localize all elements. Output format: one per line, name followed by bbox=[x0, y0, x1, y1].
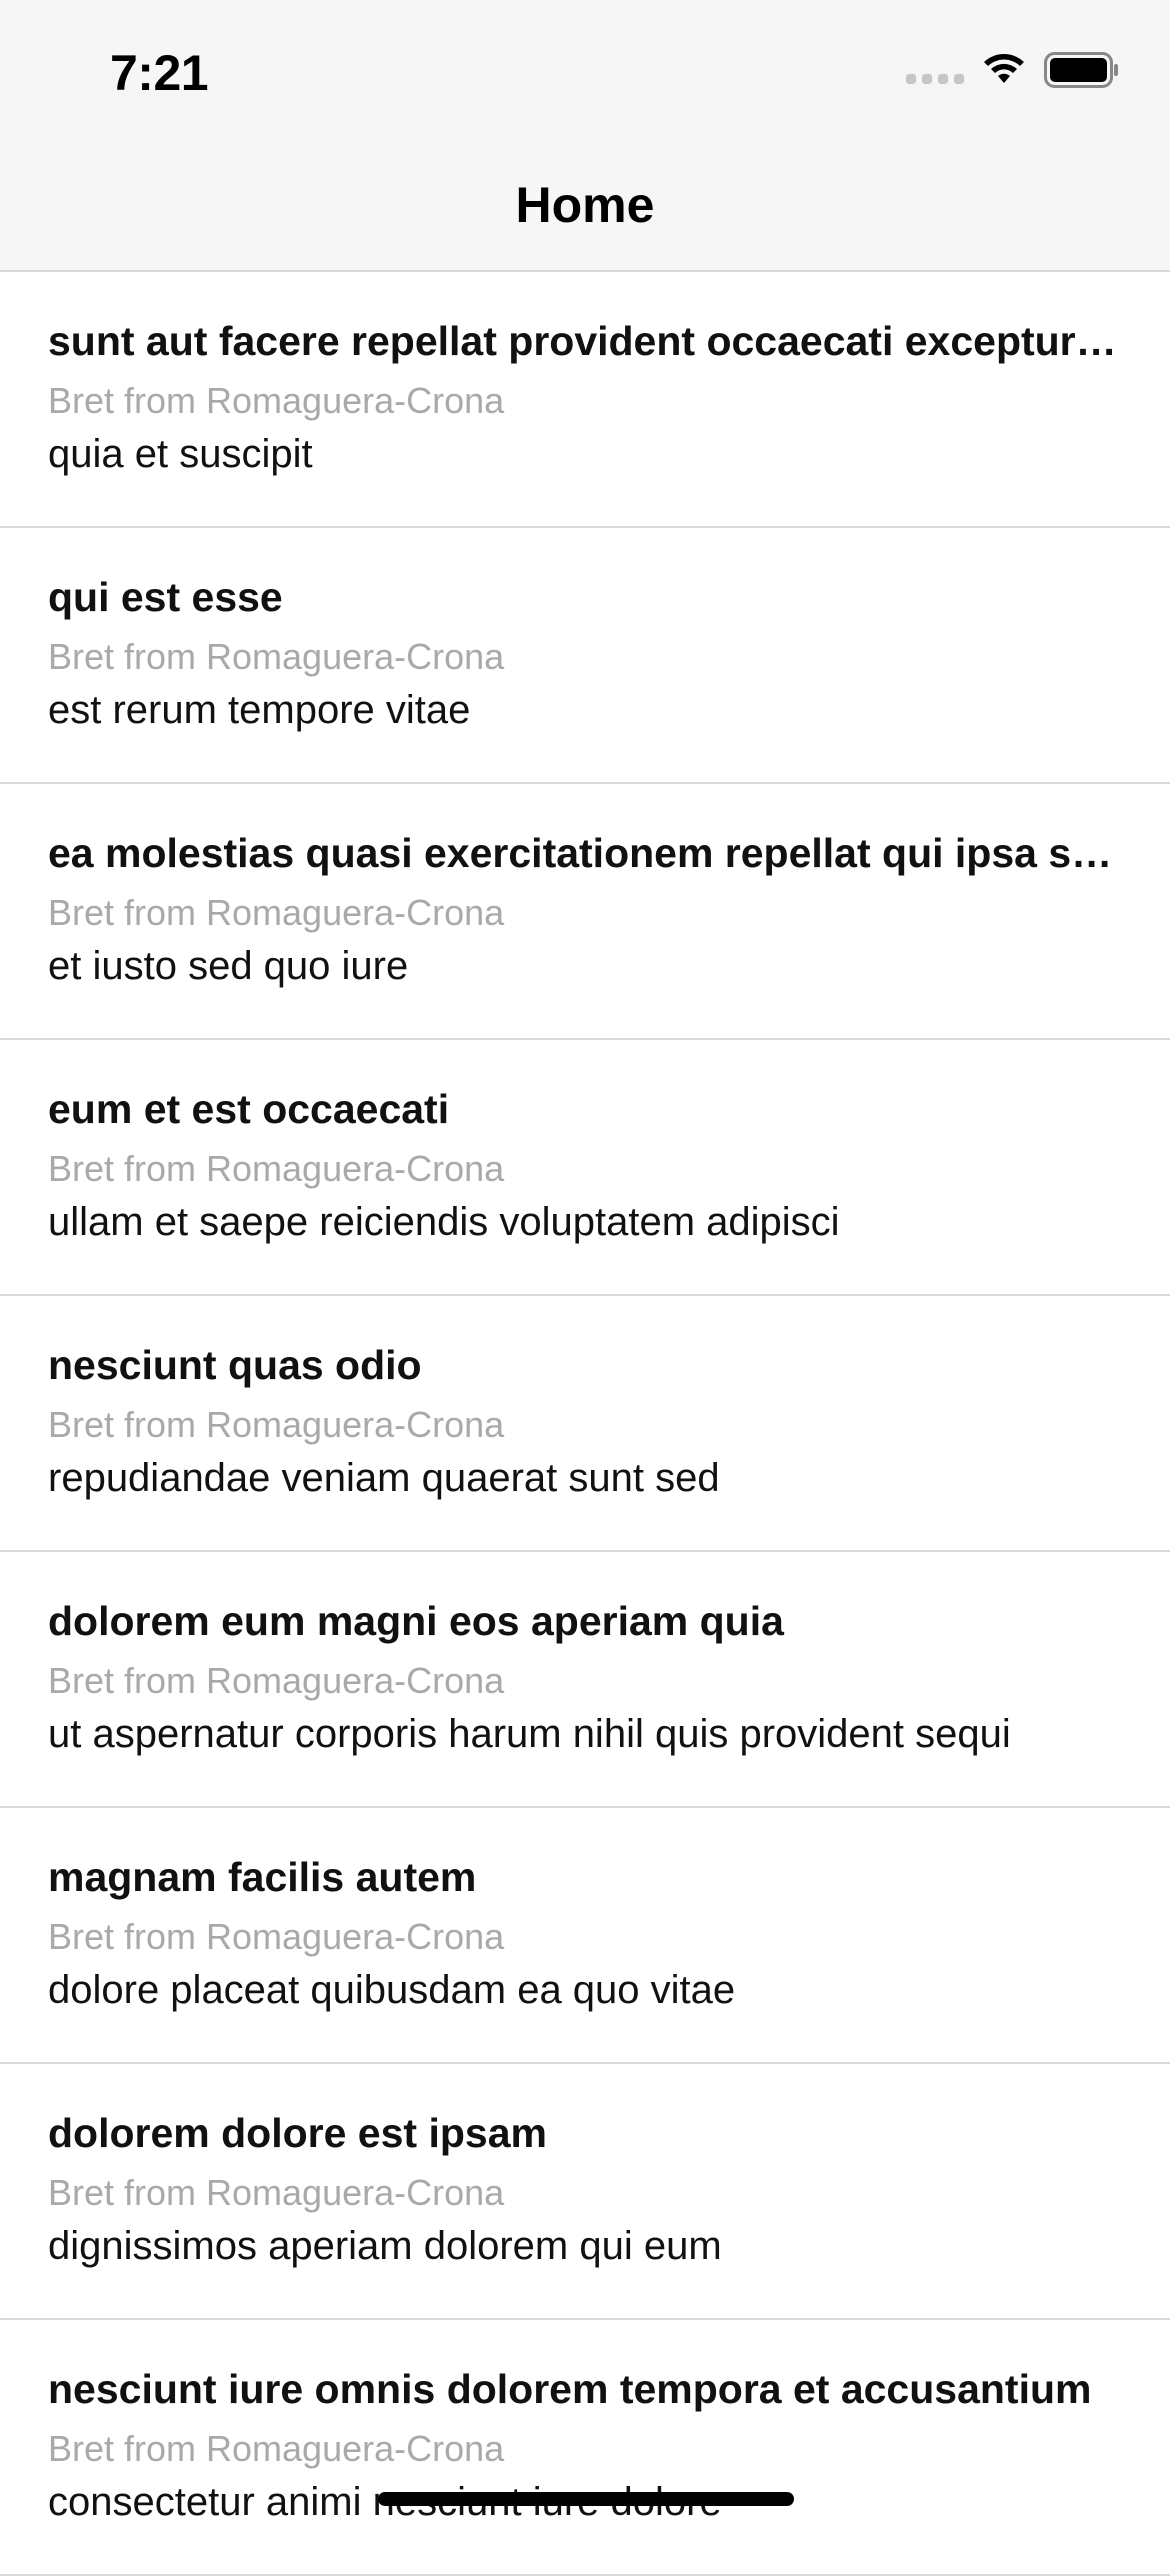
post-title: sunt aut facere repellat provident occae… bbox=[48, 318, 1122, 364]
list-item[interactable]: dolorem eum magni eos aperiam quia Bret … bbox=[0, 1552, 1170, 1808]
home-indicator[interactable] bbox=[378, 2492, 794, 2506]
post-list: sunt aut facere repellat provident occae… bbox=[0, 272, 1170, 2576]
post-body: quia et suscipit bbox=[48, 432, 313, 476]
list-item[interactable]: qui est esse Bret from Romaguera-Crona e… bbox=[0, 528, 1170, 784]
list-item[interactable]: ea molestias quasi exercitationem repell… bbox=[0, 784, 1170, 1040]
post-author: Bret from Romaguera-Crona bbox=[48, 1148, 505, 1189]
post-title: qui est esse bbox=[48, 574, 283, 620]
post-body: repudiandae veniam quaerat sunt sed bbox=[48, 1456, 720, 1500]
post-title: dolorem eum magni eos aperiam quia bbox=[48, 1598, 784, 1644]
post-author: Bret from Romaguera-Crona bbox=[48, 1660, 505, 1701]
post-body: et iusto sed quo iure bbox=[48, 944, 409, 988]
list-item[interactable]: nesciunt quas odio Bret from Romaguera-C… bbox=[0, 1296, 1170, 1552]
post-title: ea molestias quasi exercitationem repell… bbox=[48, 830, 1122, 876]
list-item[interactable]: nesciunt iure omnis dolorem tempora et a… bbox=[0, 2320, 1170, 2576]
list-item[interactable]: dolorem dolore est ipsam Bret from Romag… bbox=[0, 2064, 1170, 2320]
list-item[interactable]: sunt aut facere repellat provident occae… bbox=[0, 272, 1170, 528]
post-author: Bret from Romaguera-Crona bbox=[48, 892, 505, 933]
post-body: dolore placeat quibusdam ea quo vitae bbox=[48, 1968, 736, 2012]
post-body: dignissimos aperiam dolorem qui eum bbox=[48, 2224, 722, 2268]
post-author: Bret from Romaguera-Crona bbox=[48, 380, 505, 421]
list-item[interactable]: magnam facilis autem Bret from Romaguera… bbox=[0, 1808, 1170, 2064]
post-author: Bret from Romaguera-Crona bbox=[48, 636, 505, 677]
post-title: nesciunt quas odio bbox=[48, 1342, 422, 1388]
post-title: eum et est occaecati bbox=[48, 1086, 450, 1132]
post-title: magnam facilis autem bbox=[48, 1854, 477, 1900]
post-author: Bret from Romaguera-Crona bbox=[48, 1916, 505, 1957]
post-title: dolorem dolore est ipsam bbox=[48, 2110, 547, 2156]
status-icons bbox=[906, 52, 1120, 88]
post-title: nesciunt iure omnis dolorem tempora et a… bbox=[48, 2366, 1092, 2412]
page-title: Home bbox=[515, 177, 655, 233]
status-time: 7:21 bbox=[110, 45, 209, 101]
battery-icon bbox=[1044, 52, 1118, 88]
cellular-signal-icon bbox=[906, 74, 964, 84]
status-bar: 7:21 bbox=[0, 0, 1170, 140]
post-author: Bret from Romaguera-Crona bbox=[48, 2172, 505, 2213]
navigation-bar: Home bbox=[0, 140, 1170, 272]
post-author: Bret from Romaguera-Crona bbox=[48, 1404, 505, 1445]
post-body: est rerum tempore vitae bbox=[48, 688, 471, 732]
post-body: ut aspernatur corporis harum nihil quis … bbox=[48, 1712, 1011, 1756]
wifi-icon bbox=[984, 54, 1024, 83]
post-body: ullam et saepe reiciendis voluptatem adi… bbox=[48, 1200, 840, 1244]
list-item[interactable]: eum et est occaecati Bret from Romaguera… bbox=[0, 1040, 1170, 1296]
post-author: Bret from Romaguera-Crona bbox=[48, 2428, 505, 2469]
